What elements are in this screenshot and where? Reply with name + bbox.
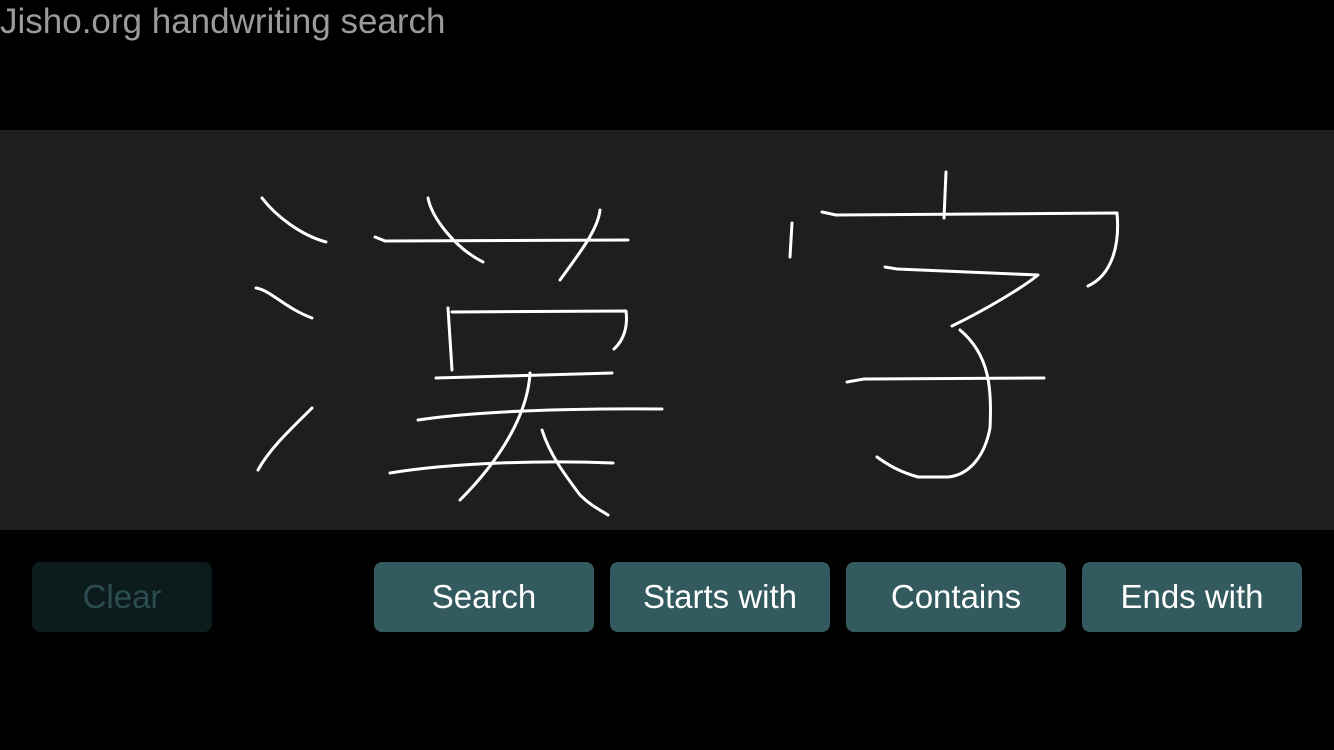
stroke [788, 221, 794, 259]
stroke [450, 309, 628, 351]
stroke [254, 286, 314, 320]
search-button[interactable]: Search [374, 562, 594, 632]
stroke [458, 371, 532, 502]
starts-with-button[interactable]: Starts with [610, 562, 830, 632]
stroke [446, 306, 454, 372]
stroke [260, 196, 328, 244]
stroke [426, 196, 485, 264]
stroke [845, 376, 1046, 384]
stroke [256, 406, 314, 472]
clear-button[interactable]: Clear [32, 562, 212, 632]
stroke [942, 170, 948, 220]
stroke [820, 210, 1120, 288]
stroke [416, 407, 664, 422]
handwriting-strokes [254, 170, 1120, 517]
contains-button[interactable]: Contains [846, 562, 1066, 632]
stroke [883, 265, 1040, 328]
stroke [540, 428, 610, 517]
stroke [434, 371, 614, 380]
handwriting-canvas[interactable] [0, 130, 1334, 530]
stroke [875, 328, 993, 479]
app-title: Jisho.org handwriting search [0, 2, 446, 41]
stroke [558, 208, 602, 282]
stroke [388, 460, 615, 475]
ends-with-button[interactable]: Ends with [1082, 562, 1302, 632]
